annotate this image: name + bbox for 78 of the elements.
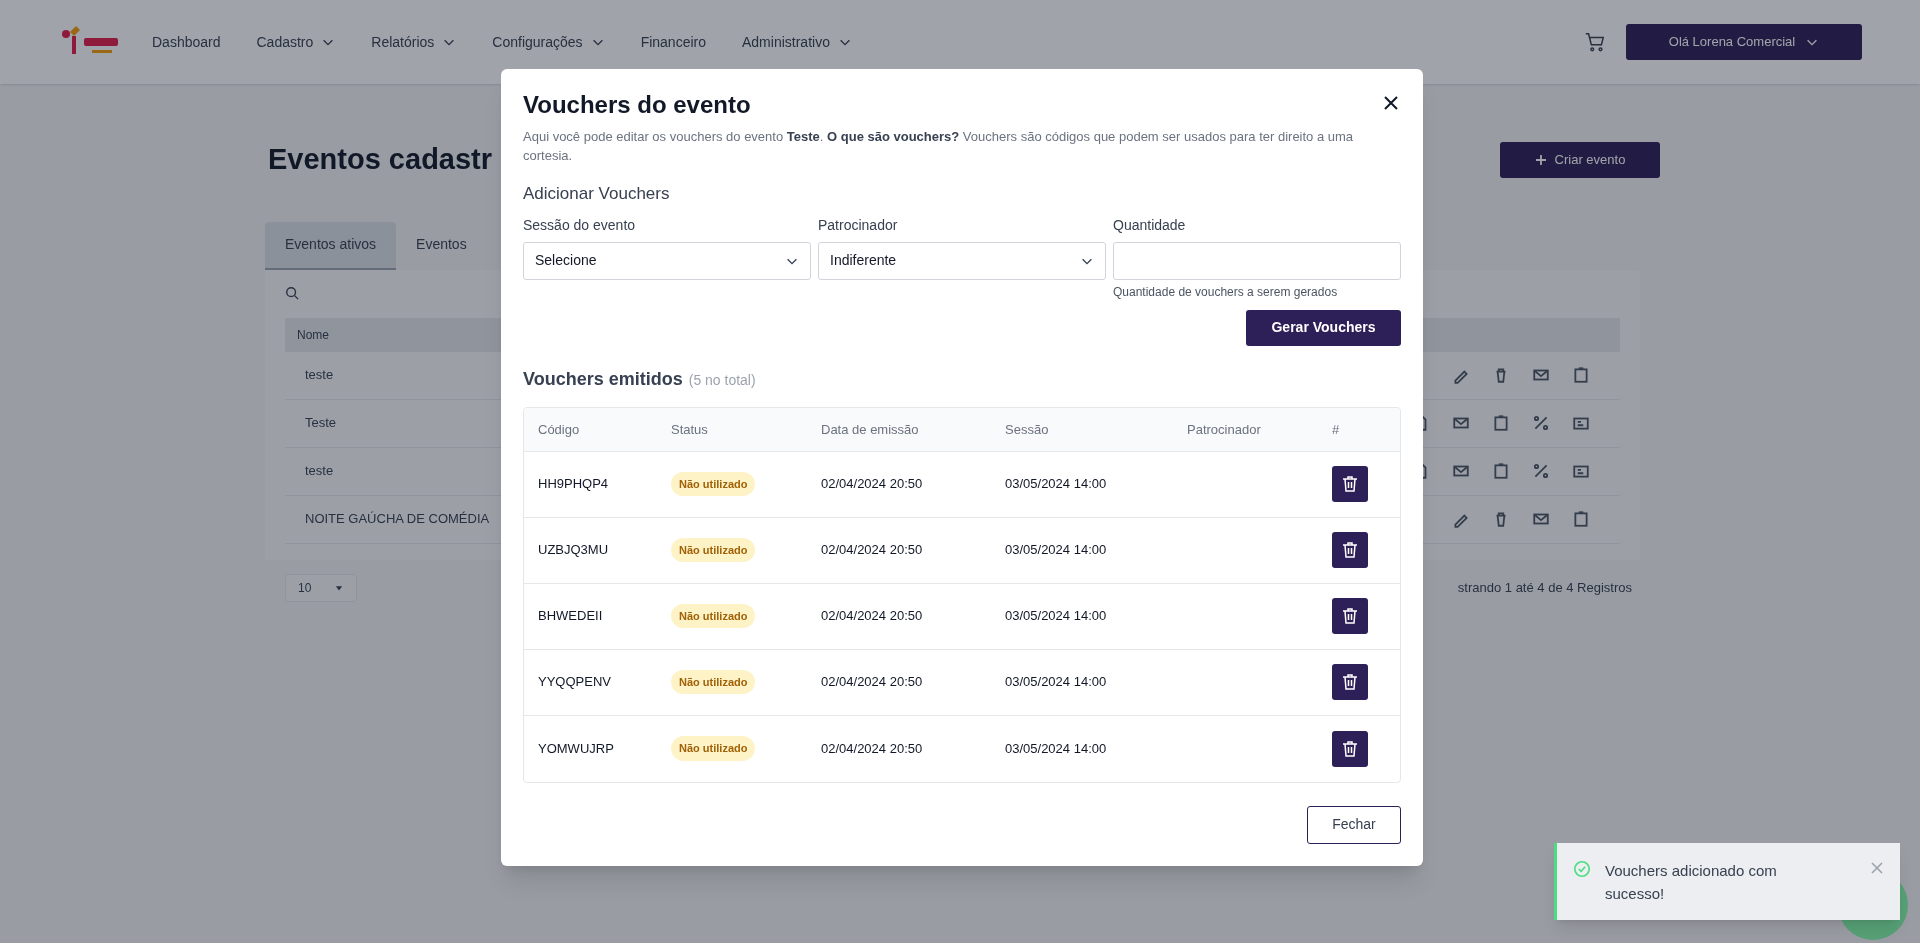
clipboard-icon[interactable]: [1492, 462, 1510, 480]
status-badge: Não utilizado: [671, 669, 756, 695]
column-header: Sessão: [1005, 422, 1049, 437]
delete-button[interactable]: [1332, 730, 1368, 767]
percent-icon[interactable]: [1532, 414, 1550, 432]
nav-link[interactable]: Configurações: [492, 31, 605, 53]
trash-icon: [1340, 738, 1360, 759]
table-cell: 03/05/2024 14:00: [1005, 608, 1107, 624]
table-cell: 03/05/2024 14:00: [1005, 674, 1107, 690]
status-badge: Não utilizado: [671, 537, 756, 563]
clipboard-icon[interactable]: [1492, 414, 1510, 432]
generate-vouchers-button[interactable]: Gerar Vouchers: [1246, 309, 1401, 346]
table-cell: YOMWUJRP: [538, 740, 614, 756]
table-cell: 03/05/2024 14:00: [1005, 476, 1107, 492]
add-vouchers-heading: Adicionar Vouchers: [523, 183, 671, 205]
field-label: Sessão do evento: [523, 215, 637, 235]
page-size-select[interactable]: 10: [285, 573, 357, 602]
cart-icon[interactable]: [1584, 31, 1606, 53]
input-field[interactable]: [1113, 241, 1401, 280]
delete-button[interactable]: [1332, 598, 1368, 634]
clipboard-icon[interactable]: [1572, 510, 1590, 528]
dialog-title: Vouchers do evento: [523, 90, 751, 120]
toast-message: Vouchers adicionado com sucesso!: [1605, 861, 1778, 904]
table-cell: 02/04/2024 20:50: [821, 476, 923, 492]
column-header: #: [1332, 422, 1340, 437]
field-label: Patrocinador: [818, 215, 899, 235]
trash-icon: [1340, 606, 1360, 626]
column-header: Data de emissão: [821, 422, 919, 437]
table-cell: UZBJQ3MU: [538, 542, 609, 558]
nav-link[interactable]: Dashboard: [152, 31, 221, 53]
page-title: Eventos cadastr: [267, 142, 493, 177]
column-header: Patrocinador: [1187, 422, 1261, 437]
status-badge: Não utilizado: [671, 603, 756, 629]
table-cell-text: teste: [305, 462, 334, 481]
table-cell: BHWEDEII: [538, 608, 603, 624]
tab[interactable]: Eventos ativos: [265, 221, 397, 270]
section-heading: Vouchers emitidos: [523, 367, 683, 391]
table-cell: 02/04/2024 20:50: [821, 542, 923, 558]
trash-icon: [1340, 474, 1360, 494]
search-icon[interactable]: [285, 285, 299, 300]
create-event-button[interactable]: Criar evento: [1500, 141, 1660, 178]
table-cell: 02/04/2024 20:50: [821, 608, 923, 624]
tab[interactable]: Eventos: [396, 221, 487, 270]
user-menu-button[interactable]: Olá Lorena Comercial: [1626, 24, 1862, 60]
table-cell-text: NOITE GAÚCHA DE COMÉDIA: [305, 510, 490, 529]
table-cell: 02/04/2024 20:50: [821, 740, 923, 756]
clipboard-icon[interactable]: [1572, 366, 1590, 384]
nav-link[interactable]: Relatórios: [371, 31, 457, 53]
plus-icon: [1534, 153, 1547, 166]
percent-icon[interactable]: [1532, 462, 1550, 480]
delete-button[interactable]: [1332, 466, 1368, 502]
status-badge: Não utilizado: [671, 471, 756, 497]
table-cell: YYQQPENV: [538, 674, 611, 690]
status-badge: Não utilizado: [671, 736, 756, 761]
field-help: Quantidade de vouchers a serem gerados: [1113, 283, 1339, 301]
pagination-info: strando 1 até 4 de 4 Registros: [1457, 578, 1633, 597]
table-cell-text: teste: [305, 366, 334, 385]
nav-link[interactable]: Administrativo: [742, 31, 852, 53]
dialog-description: Aqui você pode editar os vouchers do evento Teste. O que são vouchers? Vouchers são códigos que podem ser usados para ter direito a uma cortesia.: [523, 128, 1355, 165]
check-circle-icon: [1573, 860, 1591, 878]
table-cell: 03/05/2024 14:00: [1005, 740, 1107, 756]
delete-button[interactable]: [1332, 532, 1368, 568]
table-cell-text: Teste: [305, 414, 337, 433]
nav-link[interactable]: Financeiro: [640, 31, 706, 53]
table-cell: 02/04/2024 20:50: [821, 674, 923, 690]
select-field[interactable]: Selecione: [523, 241, 811, 280]
nav-link[interactable]: Cadastro: [256, 31, 336, 53]
column-header: Código: [538, 422, 580, 437]
trash-icon: [1340, 672, 1360, 692]
table-cell: 03/05/2024 14:00: [1005, 542, 1107, 558]
field-label: Quantidade: [1113, 215, 1187, 235]
voucher-count: (5 no total): [688, 370, 756, 390]
close-button[interactable]: Fechar: [1307, 805, 1401, 844]
column-header: Status: [671, 422, 708, 437]
delete-button[interactable]: [1332, 664, 1368, 700]
trash-icon: [1340, 540, 1360, 560]
table-cell: HH9PHQP4: [538, 476, 609, 492]
select-field[interactable]: Indiferente: [818, 241, 1106, 280]
